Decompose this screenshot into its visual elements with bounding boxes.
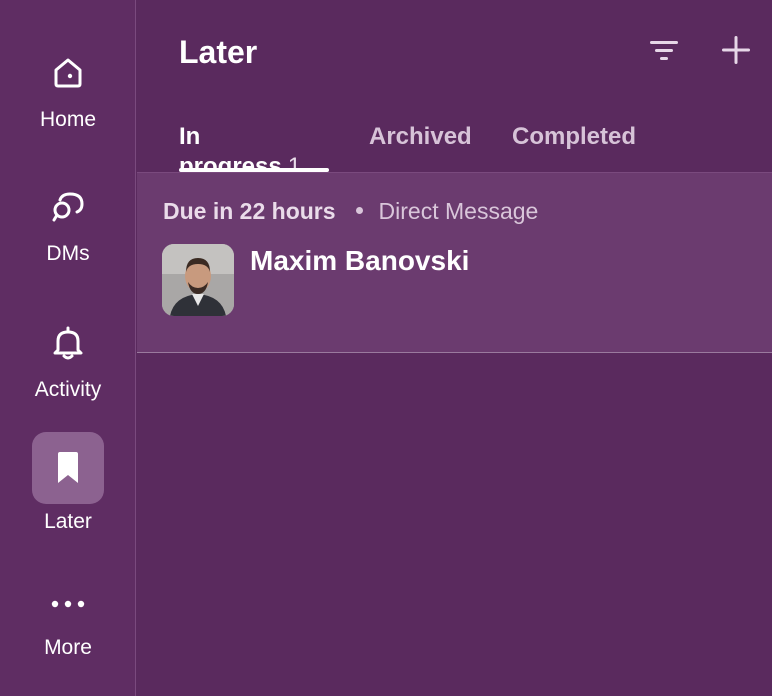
tab-in-progress[interactable]: In progress 1 (179, 122, 329, 180)
list-item[interactable]: Due in 22 hours Direct Message Maxim Bano… (137, 173, 772, 353)
more-icon (32, 572, 104, 636)
plus-icon (720, 34, 752, 71)
tab-completed[interactable]: Completed (512, 122, 652, 172)
later-panel: Later In progress 1 Archived Completed D… (137, 0, 772, 696)
tab-label: Completed (512, 123, 637, 150)
due-label: Due in 22 hours (163, 198, 336, 224)
rail-item-dms[interactable]: DMs (0, 170, 136, 290)
add-button[interactable] (714, 30, 758, 74)
rail-label-home: Home (39, 108, 97, 131)
rail-item-activity[interactable]: Activity (0, 306, 136, 426)
item-type: Direct Message (378, 198, 539, 224)
avatar (162, 244, 234, 316)
tab-bar: In progress 1 Archived Completed (137, 110, 772, 180)
app-window: Home DMs Activity Later More Later In pr… (0, 0, 772, 696)
rail-label-dms: DMs (46, 242, 90, 265)
filter-icon (649, 38, 679, 67)
tab-label: Archived (369, 123, 472, 150)
page-title: Later (179, 34, 258, 70)
rail-label-more: More (44, 636, 92, 659)
bookmark-icon (32, 432, 104, 504)
contact-name: Maxim Banovski (250, 245, 470, 276)
item-meta: Due in 22 hours Direct Message (163, 197, 538, 225)
bell-icon (32, 306, 104, 378)
rail-item-home[interactable]: Home (0, 36, 136, 156)
rail-item-more[interactable]: More (0, 572, 136, 692)
rail-label-later: Later (44, 510, 92, 533)
separator-dot (355, 207, 363, 215)
dms-icon (32, 170, 104, 242)
rail-label-activity: Activity (34, 378, 102, 401)
tab-archived[interactable]: Archived (369, 122, 479, 172)
sidebar-rail: Home DMs Activity Later More (0, 0, 136, 696)
rail-item-later[interactable]: Later (0, 432, 136, 552)
filter-button[interactable] (642, 30, 686, 74)
home-icon (32, 36, 104, 108)
